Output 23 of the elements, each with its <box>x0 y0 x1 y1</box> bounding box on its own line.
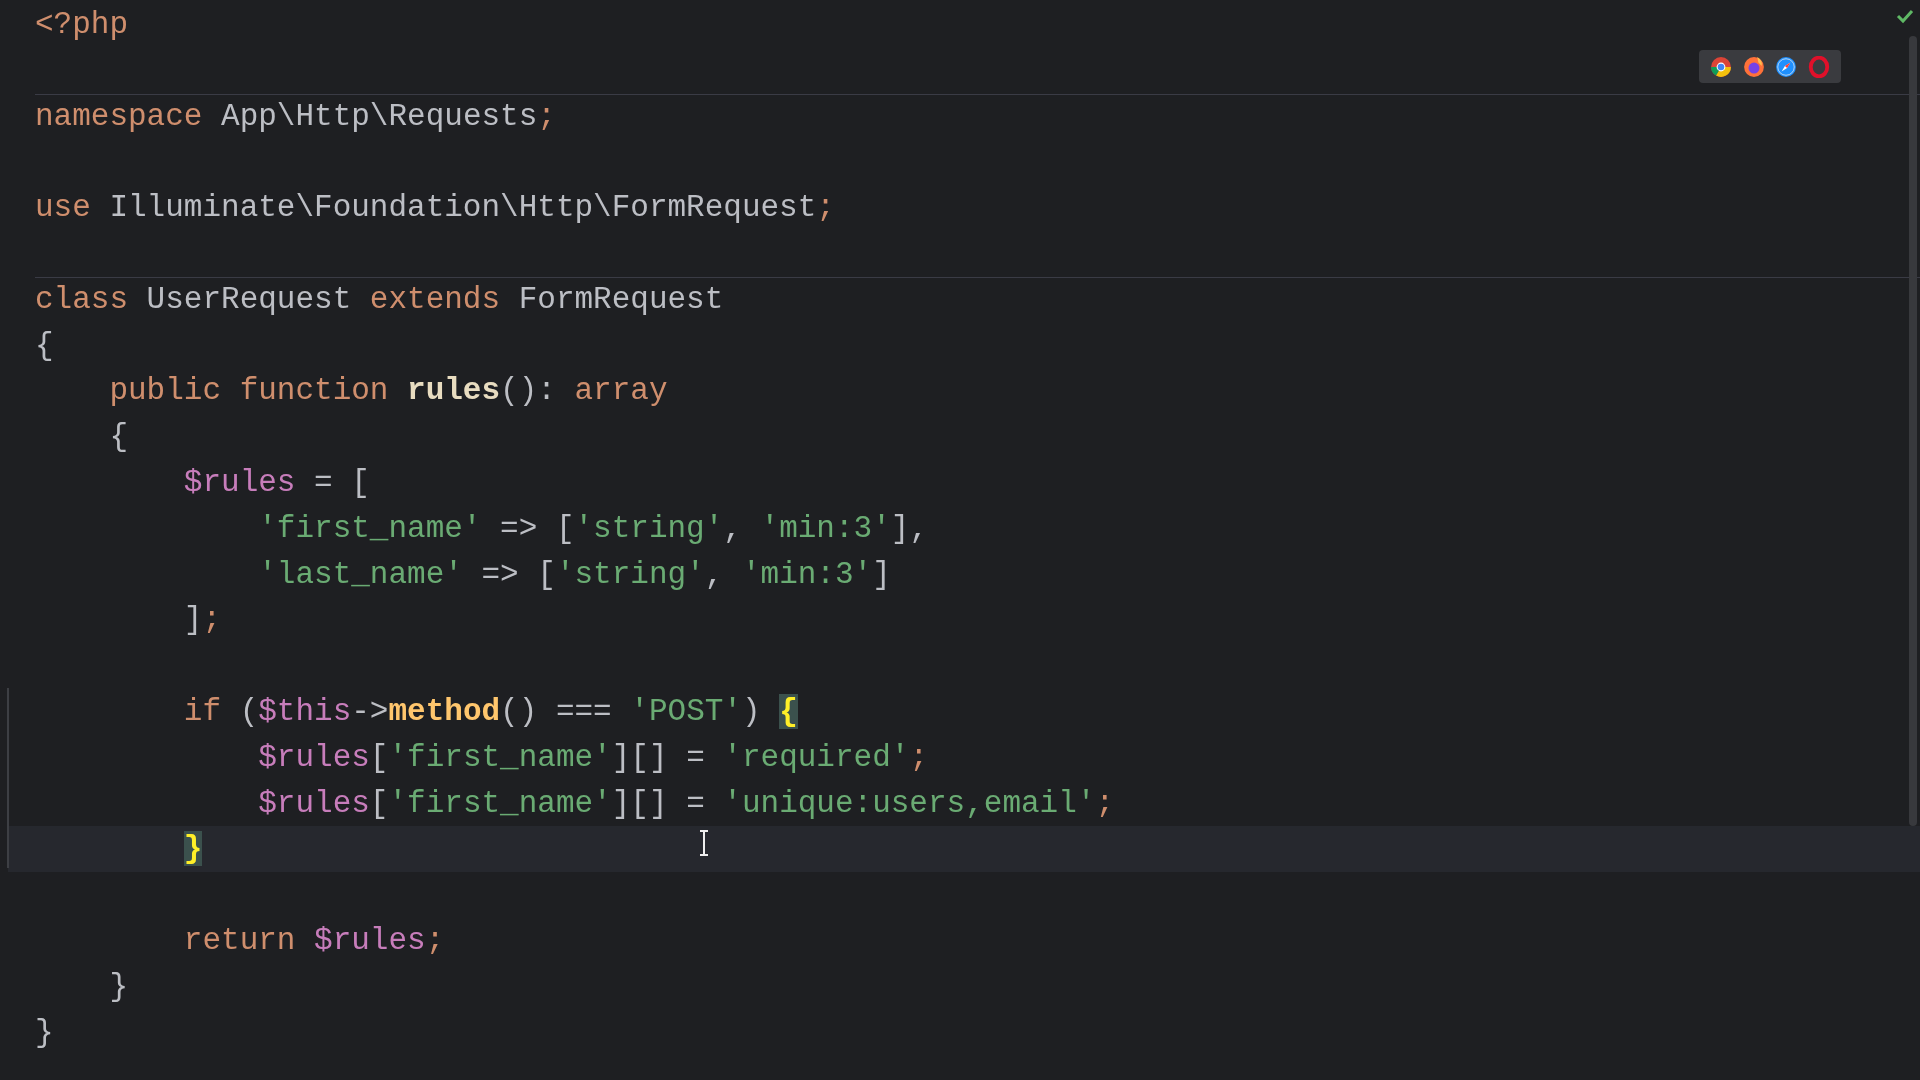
code-line: $rules = [ <box>182 464 370 500</box>
code-line: <?php <box>35 7 128 42</box>
code-line: } <box>108 968 128 1004</box>
check-icon <box>1896 7 1914 25</box>
code-line: return $rules; <box>182 922 445 958</box>
code-line: } <box>35 1014 54 1050</box>
code-line: $rules['first_name'][] = 'unique:users,email'; <box>257 785 1114 821</box>
code-line: 'first_name' => ['string', 'min:3'], <box>257 510 928 546</box>
code-line: namespace App\Http\Requests; <box>35 98 556 134</box>
code-line: public function rules(): array <box>108 373 668 409</box>
browser-icon[interactable] <box>1710 55 1733 78</box>
code-line: class UserRequest extends FormRequest <box>35 281 724 317</box>
code-line: ]; <box>182 602 222 638</box>
scrollbar[interactable] <box>1909 36 1917 826</box>
code-line: { <box>108 419 128 455</box>
browser-icon[interactable] <box>1742 55 1765 78</box>
code-line: { <box>35 327 54 363</box>
code-line: if ($this->method() === 'POST') { <box>182 693 798 729</box>
code-line: use Illuminate\Foundation\Http\FormRequest; <box>35 190 835 226</box>
code-line: 'last_name' => ['string', 'min:3'] <box>257 556 891 592</box>
text-cursor-icon <box>697 830 711 856</box>
code-line: $rules['first_name'][] = 'required'; <box>257 739 928 775</box>
compass-icon[interactable] <box>1775 55 1798 78</box>
